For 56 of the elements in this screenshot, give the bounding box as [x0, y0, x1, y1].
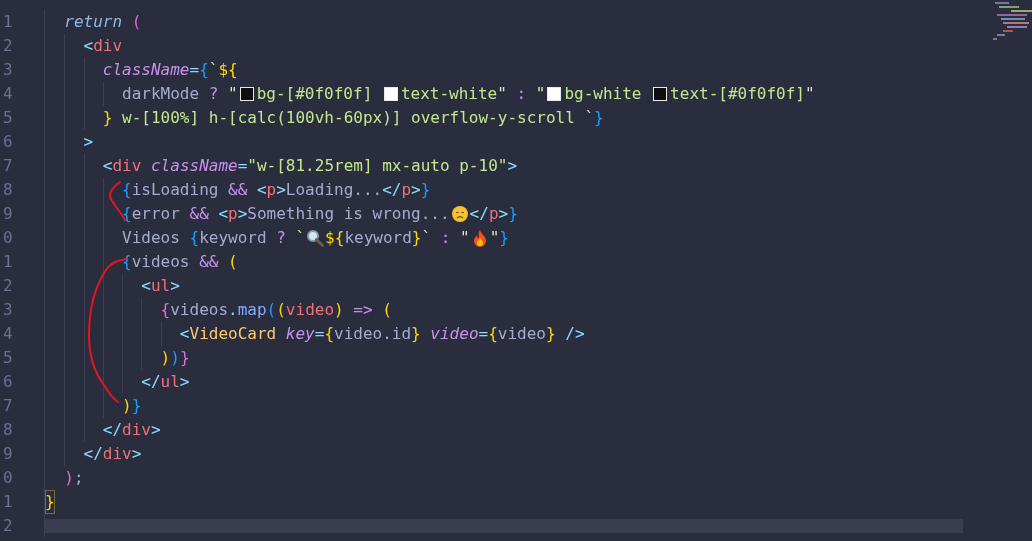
- line-number: 6: [2, 371, 13, 393]
- code-text: }: [45, 490, 55, 514]
- line-number: 3: [2, 299, 13, 321]
- code-text: return (: [64, 11, 142, 33]
- code-text: >: [83, 131, 94, 153]
- line-number: 0: [2, 227, 13, 249]
- line-number: 1: [2, 11, 13, 33]
- code-text: className={`${: [102, 59, 238, 81]
- line-number: 5: [2, 107, 13, 129]
- line-number: 0: [2, 467, 13, 489]
- code-text: "}: [489, 227, 509, 249]
- line-number: 3: [2, 59, 13, 81]
- code-text: {error && <p>Something is wrong...: [122, 203, 450, 225]
- color-swatch[interactable]: [653, 87, 668, 101]
- line-number: 2: [2, 35, 13, 57]
- code-text: {videos.map((video) => (: [160, 299, 392, 321]
- sad-face-icon: [450, 205, 469, 223]
- code-text: Videos {keyword ? `: [122, 227, 306, 249]
- line-number: 7: [2, 395, 13, 417]
- code-text: {videos && (: [122, 251, 238, 273]
- color-swatch[interactable]: [239, 87, 254, 101]
- line-number: 5: [2, 347, 13, 369]
- line-number: 6: [2, 131, 13, 153]
- code-text: bg-white: [564, 83, 643, 105]
- code-text: } w-[100%] h-[calc(100vh-60px)] overflow-y-scroll `}: [102, 107, 604, 129]
- color-swatch[interactable]: [383, 87, 398, 101]
- code-text: darkMode ? ": [122, 83, 238, 105]
- magnifier-icon: [306, 229, 325, 247]
- line-number: 4: [2, 323, 13, 345]
- code-text: ${keyword}` : ": [325, 227, 470, 249]
- line-number: 8: [2, 419, 13, 441]
- code-text: {isLoading && <p>Loading...</p>}: [122, 179, 431, 201]
- code-text: </div>: [83, 443, 142, 465]
- color-swatch[interactable]: [547, 87, 562, 101]
- code-text: ))}: [160, 347, 190, 369]
- code-text: <ul>: [141, 275, 180, 297]
- code-text: <VideoCard key={video.id} video={video} />: [179, 323, 585, 345]
- line-number: 1: [2, 491, 13, 513]
- code-text: <div className="w-[81.25rem] mx-auto p-10">: [102, 155, 518, 177]
- code-text: text-[#0f0f0f]": [670, 83, 815, 105]
- line-number: 9: [2, 203, 13, 225]
- line-number: 2: [2, 275, 13, 297]
- line-number: 4: [2, 83, 13, 105]
- code-text: text-white" : ": [400, 83, 546, 105]
- line-number: 1: [2, 251, 13, 273]
- code-text: )}: [122, 395, 142, 417]
- code-text: </p>}: [469, 203, 518, 225]
- line-number: 8: [2, 179, 13, 201]
- line-number: 7: [2, 155, 13, 177]
- code-text: );: [64, 467, 84, 489]
- code-text: </ul>: [141, 371, 190, 393]
- line-number: 2: [2, 515, 13, 537]
- code-text: <div: [83, 35, 123, 57]
- code-text: bg-[#0f0f0f]: [256, 83, 374, 105]
- code-text: </div>: [102, 419, 161, 441]
- line-number: 9: [2, 443, 13, 465]
